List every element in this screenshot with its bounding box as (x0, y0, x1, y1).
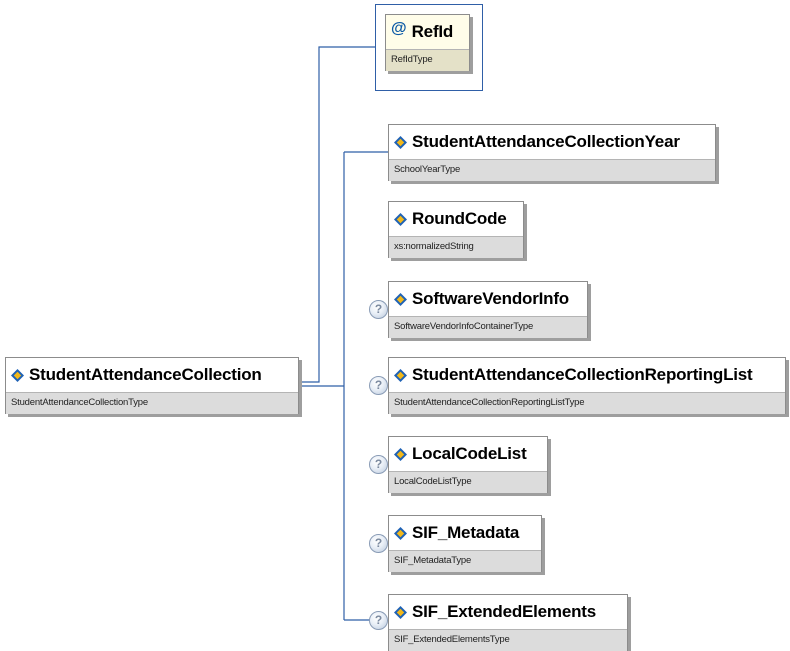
child-element-type: SIF_ExtendedElementsType (389, 629, 627, 651)
root-element-name: StudentAttendanceCollection (29, 365, 262, 384)
child-element-box[interactable]: SIF_ExtendedElements SIF_ExtendedElement… (388, 594, 628, 651)
child-element-name: StudentAttendanceCollectionReportingList (412, 365, 753, 384)
element-diamond-icon (394, 292, 407, 306)
child-element-box[interactable]: SIF_Metadata SIF_MetadataType (388, 515, 542, 572)
element-diamond-icon (394, 605, 407, 619)
child-element-header: SIF_Metadata (389, 516, 541, 550)
element-diamond-icon (11, 368, 24, 382)
optional-question-icon: ? (369, 376, 388, 395)
element-diamond-icon (394, 212, 407, 226)
child-element-type: xs:normalizedString (389, 236, 523, 258)
child-element-name: LocalCodeList (412, 444, 527, 463)
child-element-box[interactable]: RoundCode xs:normalizedString (388, 201, 524, 258)
child-element-type: SchoolYearType (389, 159, 715, 181)
attribute-connector (300, 46, 375, 383)
child-element-box[interactable]: StudentAttendanceCollectionReportingList… (388, 357, 786, 414)
child-element-header: SoftwareVendorInfo (389, 282, 587, 316)
child-element-header: RoundCode (389, 202, 523, 236)
child-element-header: StudentAttendanceCollectionReportingList (389, 358, 785, 392)
attribute-box[interactable]: @ RefId RefIdType (385, 14, 470, 71)
optional-question-icon: ? (369, 534, 388, 553)
element-diamond-icon (394, 135, 407, 149)
optional-question-icon: ? (369, 300, 388, 319)
child-element-header: LocalCodeList (389, 437, 547, 471)
attribute-name: RefId (411, 22, 454, 41)
child-element-name: SoftwareVendorInfo (412, 289, 569, 308)
child-element-header: SIF_ExtendedElements (389, 595, 627, 629)
attribute-at-icon: @ (391, 20, 407, 37)
element-diamond-icon (394, 447, 407, 461)
optional-question-icon: ? (369, 455, 388, 474)
child-element-box[interactable]: StudentAttendanceCollectionYear SchoolYe… (388, 124, 716, 181)
root-element-type: StudentAttendanceCollectionType (6, 392, 298, 414)
optional-question-icon: ? (369, 611, 388, 630)
element-diamond-icon (394, 526, 407, 540)
child-element-type: SIF_MetadataType (389, 550, 541, 572)
child-element-type: SoftwareVendorInfoContainerType (389, 316, 587, 338)
child-element-name: StudentAttendanceCollectionYear (412, 132, 680, 151)
root-element-header: StudentAttendanceCollection (6, 358, 298, 392)
child-element-type: LocalCodeListType (389, 471, 547, 493)
child-element-box[interactable]: LocalCodeList LocalCodeListType (388, 436, 548, 493)
attribute-type: RefIdType (386, 49, 469, 71)
child-element-type: StudentAttendanceCollectionReportingList… (389, 392, 785, 414)
root-element-box[interactable]: StudentAttendanceCollection StudentAtten… (5, 357, 299, 414)
child-element-header: StudentAttendanceCollectionYear (389, 125, 715, 159)
element-diamond-icon (394, 368, 407, 382)
child-element-name: SIF_Metadata (412, 523, 520, 542)
child-element-name: SIF_ExtendedElements (412, 602, 597, 621)
child-element-name: RoundCode (412, 209, 507, 228)
attribute-header: @ RefId (386, 15, 469, 49)
child-element-box[interactable]: SoftwareVendorInfo SoftwareVendorInfoCon… (388, 281, 588, 338)
